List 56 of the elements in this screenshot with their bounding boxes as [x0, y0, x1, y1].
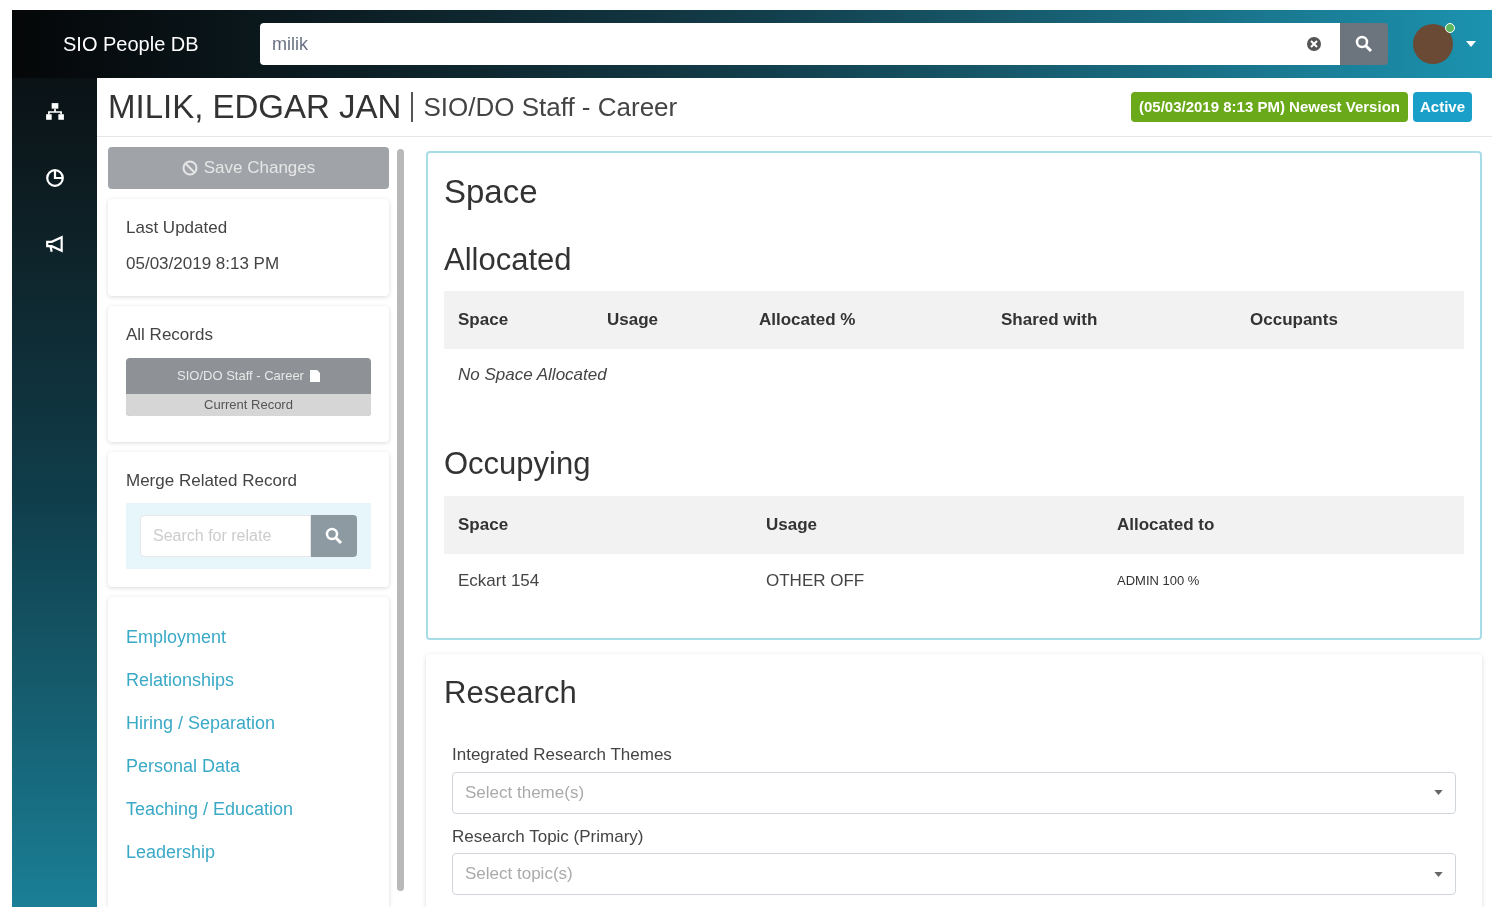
version-badge: (05/03/2019 8:13 PM) Newest Version: [1131, 91, 1408, 123]
record-type: SIO/DO Staff - Career: [423, 90, 678, 124]
nav-link[interactable]: Teaching / Education: [126, 797, 371, 821]
column-header: Usage: [607, 309, 660, 332]
field-label: Research Topic (Primary): [451, 825, 645, 848]
document-icon: [309, 369, 320, 382]
column-header: Allocated to: [1117, 513, 1216, 536]
nav-link[interactable]: Personal Data: [126, 754, 371, 778]
search-button[interactable]: [1340, 23, 1388, 65]
section-title: Allocated: [444, 240, 573, 279]
app-title: SIO People DB: [62, 32, 200, 57]
column-header: Allocated %: [759, 309, 857, 332]
sitemap-icon[interactable]: [44, 102, 65, 122]
caret-icon: [1434, 871, 1443, 877]
status-badge: Active: [1412, 91, 1472, 123]
megaphone-icon[interactable]: [44, 234, 65, 254]
scrollbar[interactable]: [397, 149, 404, 891]
ban-icon: [181, 160, 198, 176]
last-updated-label: Last Updated: [126, 217, 229, 239]
record-label: SIO/DO Staff - Career: [177, 366, 304, 385]
nav-link[interactable]: Leadership: [126, 840, 371, 864]
nav-link[interactable]: Relationships: [126, 668, 371, 692]
panel-title: Research: [444, 673, 578, 712]
avatar[interactable]: [1413, 24, 1453, 64]
pie-chart-icon[interactable]: [44, 168, 65, 188]
column-header: Space: [458, 513, 510, 536]
record-button[interactable]: SIO/DO Staff - Career Current Record: [126, 357, 371, 416]
section-title: Occupying: [444, 445, 592, 483]
table-cell-text: ADMIN 100 %: [1117, 571, 1201, 590]
empty-message: No Space Allocated: [457, 364, 608, 387]
column-header: Shared with: [1001, 309, 1099, 332]
select-placeholder: Select topic(s): [465, 863, 574, 886]
last-updated-value: 05/03/2019 8:13 PM: [126, 252, 281, 275]
clear-icon[interactable]: [1306, 36, 1322, 52]
select-placeholder: Select theme(s): [465, 781, 586, 804]
caret-icon[interactable]: [1465, 40, 1477, 48]
field-label: Integrated Research Themes: [451, 744, 673, 766]
column-header: Occupants: [1250, 309, 1339, 332]
table-cell-text: Eckart 154: [458, 569, 541, 592]
panel-title: Space: [444, 172, 539, 212]
search-button[interactable]: [311, 515, 357, 557]
nav-link[interactable]: Employment: [126, 625, 371, 649]
section-label: Merge Related Record: [126, 469, 299, 492]
person-name: MILIK, EDGAR JAN: [108, 87, 402, 128]
select-field[interactable]: Select theme(s): [452, 771, 1456, 814]
select-field[interactable]: Select topic(s): [452, 853, 1456, 895]
column-header: Space: [458, 309, 510, 332]
search-icon: [1355, 35, 1373, 53]
section-label: All Records: [126, 324, 214, 346]
nav-link[interactable]: Hiring / Separation: [126, 711, 371, 735]
table-cell-text: OTHER OFF: [766, 569, 866, 592]
caret-icon: [1434, 790, 1443, 795]
column-header: Usage: [766, 513, 819, 536]
record-caption: Current Record: [126, 393, 371, 416]
search-icon: [325, 527, 343, 545]
search-field[interactable]: milik: [260, 23, 1340, 65]
